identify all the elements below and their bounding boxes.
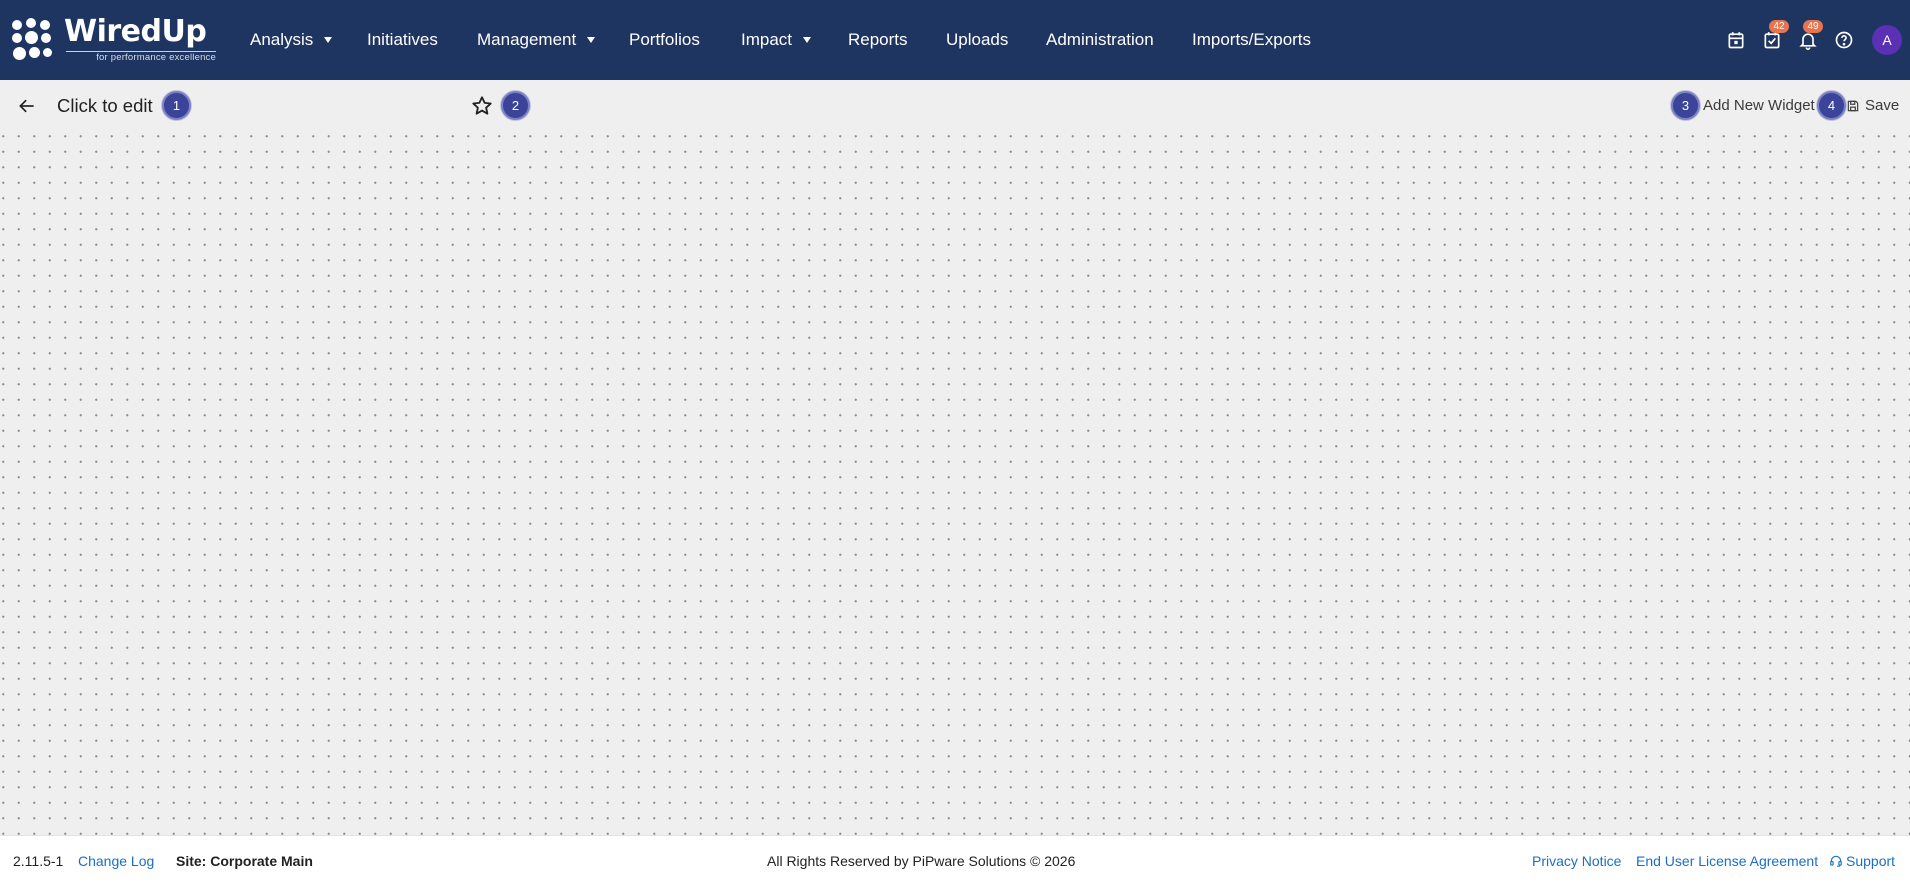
support-link[interactable]: Support	[1829, 852, 1895, 870]
nav-uploads[interactable]: Uploads	[946, 27, 1008, 53]
nav-impact[interactable]: Impact	[741, 27, 812, 53]
nav-analysis-label: Analysis	[250, 30, 314, 49]
nav-reports[interactable]: Reports	[848, 27, 908, 53]
save-label: Save	[1865, 97, 1900, 114]
nav-analysis[interactable]: Analysis	[250, 27, 333, 53]
notifications-count-badge: 49	[1803, 20, 1823, 33]
user-avatar[interactable]: A	[1872, 25, 1902, 55]
save-button[interactable]: Save	[1846, 93, 1899, 119]
top-navbar: WiredUp for performance excellence Analy…	[0, 0, 1910, 80]
support-icon	[1830, 855, 1842, 867]
nav-administration[interactable]: Administration	[1046, 27, 1154, 53]
help-circle-icon[interactable]	[1831, 27, 1857, 53]
add-new-widget-dropdown[interactable]: Add New Widget	[1703, 93, 1827, 119]
step-marker-1: 1	[162, 91, 191, 120]
caret-down-icon	[324, 37, 333, 43]
dashboard-grid-canvas[interactable]	[0, 130, 1910, 835]
step-marker-4: 4	[1817, 91, 1846, 120]
caret-down-icon	[587, 37, 596, 43]
nav-imports-exports[interactable]: Imports/Exports	[1192, 27, 1311, 53]
star-icon[interactable]	[469, 93, 495, 119]
nav-initiatives-label: Initiatives	[367, 30, 438, 49]
logo-wordmark: WiredUp	[64, 14, 207, 49]
tasks-count-badge: 42	[1769, 20, 1789, 33]
step-marker-3: 3	[1671, 91, 1700, 120]
nav-impact-label: Impact	[741, 30, 793, 49]
calendar-icon[interactable]	[1723, 27, 1749, 53]
app-version: 2.11.5-1	[13, 853, 64, 869]
nav-initiatives[interactable]: Initiatives	[367, 27, 438, 53]
change-log-link[interactable]: Change Log	[78, 852, 154, 870]
add-new-widget-label: Add New Widget	[1703, 97, 1815, 114]
nav-administration-label: Administration	[1046, 30, 1154, 49]
eula-link[interactable]: End User License Agreement	[1636, 852, 1818, 870]
nav-portfolios-label: Portfolios	[629, 30, 700, 49]
dashboard-toolbar: Click to edit 1 2 3 Add New Widget 4 Sav…	[0, 80, 1910, 130]
nav-uploads-label: Uploads	[946, 30, 1009, 49]
nav-reports-label: Reports	[848, 30, 908, 49]
nav-portfolios[interactable]: Portfolios	[629, 27, 700, 53]
back-arrow-icon[interactable]	[14, 93, 40, 119]
dashboard-title[interactable]: Click to edit	[57, 93, 153, 119]
nav-management-label: Management	[477, 30, 577, 49]
footer: 2.11.5-1 Change Log Site: Corporate Main…	[0, 835, 1910, 885]
support-label: Support	[1846, 853, 1896, 869]
nav-imports-exports-label: Imports/Exports	[1192, 30, 1312, 49]
caret-down-icon	[803, 37, 812, 43]
logo-dots-icon	[12, 14, 60, 66]
privacy-notice-link[interactable]: Privacy Notice	[1532, 852, 1621, 870]
app-logo[interactable]: WiredUp for performance excellence	[12, 14, 218, 66]
step-marker-2: 2	[501, 91, 530, 120]
save-icon	[1847, 100, 1859, 112]
nav-management[interactable]: Management	[477, 27, 596, 53]
copyright-text: All Rights Reserved by PiPware Solutions…	[767, 853, 1076, 869]
site-label: Site: Corporate Main	[176, 853, 313, 869]
logo-tagline: for performance excellence	[96, 52, 216, 63]
